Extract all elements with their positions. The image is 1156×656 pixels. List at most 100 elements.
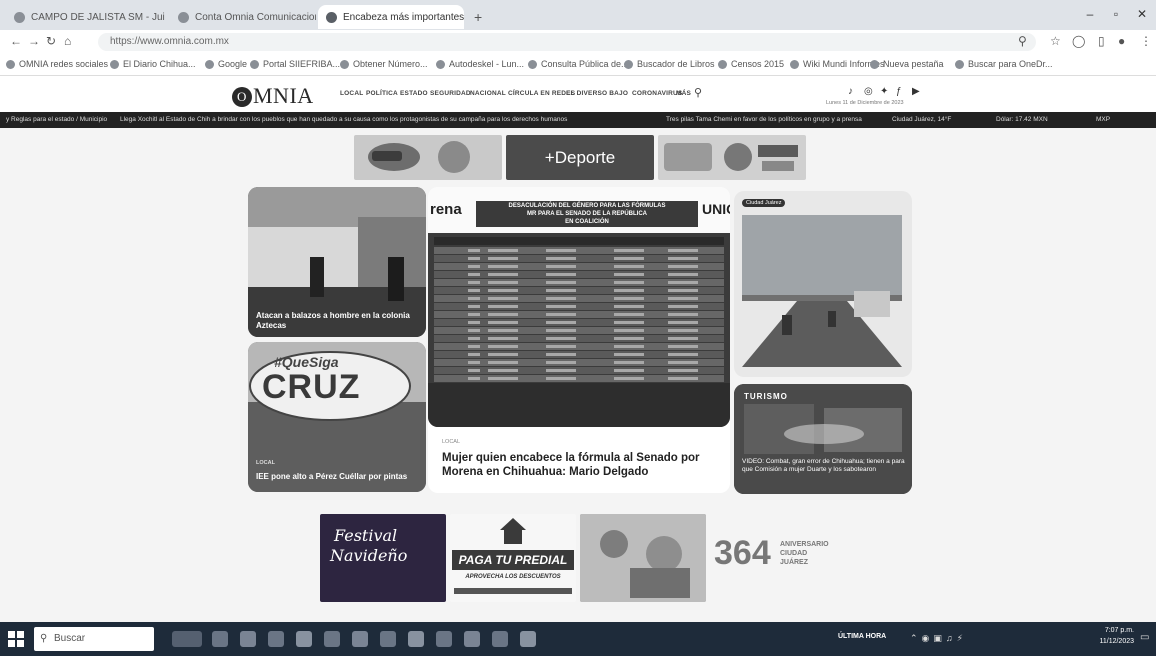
sidepanel-icon[interactable]: ▯ — [1098, 34, 1105, 48]
home-icon[interactable]: ⌂ — [64, 34, 71, 48]
new-tab-button[interactable]: + — [466, 5, 490, 29]
news-card-shooting[interactable]: Atacan a balazos a hombre en la colonia … — [248, 187, 426, 337]
taskbar-app-icon[interactable] — [352, 631, 368, 647]
table-cell — [614, 345, 644, 348]
taskbar-app-icon[interactable] — [436, 631, 452, 647]
maximize-icon[interactable]: ▫ — [1106, 7, 1126, 21]
twitter-icon[interactable]: ✦ — [880, 86, 888, 97]
profile-icon[interactable]: ● — [1118, 34, 1125, 48]
bookmark-item[interactable]: Nueva pestaña — [870, 59, 944, 69]
table-cell — [488, 337, 518, 340]
table-cell — [614, 329, 644, 332]
tab-2[interactable]: Conta Omnia Comunicacion... × — [170, 5, 316, 29]
card-title: TURISMO — [744, 392, 788, 401]
taskbar-app-icon[interactable] — [268, 631, 284, 647]
taskbar-app-icon[interactable] — [172, 631, 202, 647]
nav-estado[interactable]: ESTADO — [400, 90, 428, 97]
ad-banner-left[interactable] — [354, 135, 502, 180]
table-cell — [546, 329, 576, 332]
bookmark-item[interactable]: Obtener Número... — [340, 59, 428, 69]
table-cell — [614, 249, 644, 252]
table-cell — [546, 313, 576, 316]
nav-el-diverso-bajo[interactable]: EL DIVERSO BAJO — [566, 90, 628, 97]
main-headline[interactable]: Mujer quien encabece la fórmula al Senad… — [442, 451, 722, 479]
table-cell — [546, 321, 576, 324]
reload-icon[interactable]: ↻ — [46, 34, 56, 48]
back-icon[interactable]: ← — [10, 34, 22, 48]
nav-nacional[interactable]: NACIONAL — [470, 90, 506, 97]
search-icon[interactable]: ⚲ — [694, 86, 702, 99]
news-card-video[interactable]: TURISMO VIDEO: Combat, gran error de Chi… — [734, 384, 912, 494]
taskbar-news-widget[interactable]: ÚLTIMA HORA — [838, 633, 886, 640]
ticker-item[interactable]: Llega Xochitl al Estado de Chih a brinda… — [120, 116, 660, 123]
news-card-road[interactable]: Ciudad Juárez — [734, 191, 912, 377]
nav-politica[interactable]: POLÍTICA — [366, 90, 398, 97]
taskbar-app-icon[interactable] — [492, 631, 508, 647]
nav-local[interactable]: LOCAL — [340, 90, 363, 97]
bookmark-item[interactable]: Autodeskel - Lun... — [436, 59, 524, 69]
nav-seguridad[interactable]: SEGURIDAD — [430, 90, 471, 97]
ad-predial[interactable]: PAGA TU PREDIAL APROVECHA LOS DESCUENTOS — [450, 514, 576, 602]
menu-icon[interactable]: ⋮ — [1140, 34, 1152, 48]
table-cell — [614, 297, 644, 300]
card-tag: LOCAL — [256, 460, 275, 466]
bookmark-item[interactable]: Buscador de Libros — [624, 59, 715, 69]
news-card-iee[interactable]: #QueSiga CRUZ LOCAL IEE pone alto a Pére… — [248, 342, 426, 492]
tab-3-active[interactable]: Encabeza más importantes × — [318, 5, 464, 29]
nav-mas[interactable]: MÁS — [676, 90, 691, 97]
bookmark-item[interactable]: OMNIA redes sociales — [6, 59, 108, 69]
tab-1[interactable]: CAMPO DE JALISTA SM - Jui × — [6, 5, 166, 29]
table-cell — [614, 257, 644, 260]
table-cell — [668, 257, 698, 260]
instagram-icon[interactable]: ◎ — [864, 86, 873, 97]
table-cell — [614, 369, 644, 372]
youtube-icon[interactable]: ▶ — [912, 86, 920, 97]
taskbar-app-icon[interactable] — [212, 631, 228, 647]
taskbar-search-box[interactable]: ⚲ Buscar — [34, 627, 154, 651]
bookmark-item[interactable]: Portal SIIEFRIBA... — [250, 59, 340, 69]
extensions-icon[interactable]: ◯ — [1072, 34, 1085, 48]
close-icon[interactable]: × — [165, 12, 166, 23]
bookmark-item[interactable]: Consulta Pública de... — [528, 59, 629, 69]
taskbar-app-icon[interactable] — [520, 631, 536, 647]
taskbar-app-icon[interactable] — [296, 631, 312, 647]
party-logo-left: rena — [430, 201, 462, 218]
predial-footer-bar — [454, 588, 572, 594]
address-bar[interactable]: https://www.omnia.com.mx — [98, 33, 1036, 51]
notification-icon[interactable]: ▭ — [1140, 632, 1149, 643]
table-cell — [546, 257, 576, 260]
taskbar-app-icon[interactable] — [408, 631, 424, 647]
taskbar-app-icon[interactable] — [240, 631, 256, 647]
taskbar-app-icon[interactable] — [464, 631, 480, 647]
taskbar-app-icon[interactable] — [380, 631, 396, 647]
card-tag: Ciudad Juárez — [742, 199, 786, 207]
minimize-icon[interactable]: – — [1080, 7, 1100, 21]
ad-festival-navideno[interactable]: Festival Navideño — [320, 514, 446, 602]
site-logo[interactable]: O MNIA — [232, 83, 314, 109]
ad-photo[interactable] — [580, 514, 706, 602]
bookmark-item[interactable]: Censos 2015 — [718, 59, 784, 69]
table-cell — [668, 265, 698, 268]
ad-aniversario[interactable]: 364 ANIVERSARIO CIUDAD JUÁREZ — [710, 514, 836, 602]
taskbar-app-icon[interactable] — [324, 631, 340, 647]
table-cell — [546, 377, 576, 380]
ticker-item[interactable]: y Reglas para el estado / Municipio — [6, 116, 107, 123]
window-close-icon[interactable]: ✕ — [1132, 7, 1152, 21]
bookmark-star-icon[interactable]: ☆ — [1050, 34, 1061, 48]
bookmark-item[interactable]: Google — [205, 59, 247, 69]
tiktok-icon[interactable]: ♪ — [848, 86, 853, 97]
system-tray-icons[interactable]: ⌃◉▣♫⚡ — [910, 633, 967, 644]
forward-icon[interactable]: → — [28, 34, 40, 48]
windows-start-icon[interactable] — [8, 631, 24, 647]
main-news-card[interactable]: rena UNIC DESACULACIÓN DEL GÉNERO PARA L… — [428, 187, 730, 493]
bookmark-item[interactable]: Buscar para OneDr... — [955, 59, 1053, 69]
ticker-item[interactable]: Tres pilas Tama Chemi en favor de los po… — [666, 116, 866, 123]
zoom-icon[interactable]: ⚲ — [1018, 34, 1027, 48]
table-cell — [488, 321, 518, 324]
ad-deporte[interactable]: +Deporte — [506, 135, 654, 180]
bookmark-item[interactable]: El Diario Chihua... — [110, 59, 196, 69]
table-cell — [488, 377, 518, 380]
nav-coronavirus[interactable]: CORONAVIRUS — [632, 90, 682, 97]
ad-banner-right[interactable] — [658, 135, 806, 180]
facebook-icon[interactable]: ƒ — [896, 86, 902, 97]
